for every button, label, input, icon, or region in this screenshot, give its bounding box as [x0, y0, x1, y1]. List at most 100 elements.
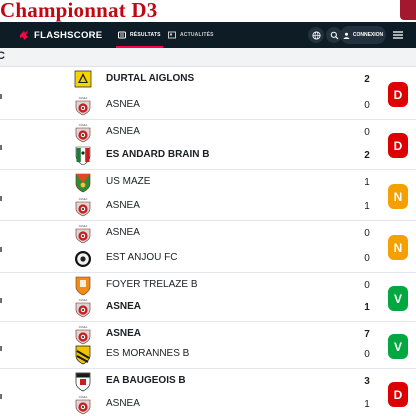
row-edge-mark [0, 247, 2, 252]
svg-text:ASNEA: ASNEA [79, 298, 88, 302]
home-team: EA BAUGEOIS B [74, 372, 186, 392]
results-icon [118, 31, 126, 39]
home-team-name: ASNEA [106, 126, 140, 137]
home-team-name: ASNEA [106, 328, 142, 339]
away-team: ES ANDARD BRAIN B [74, 146, 210, 166]
away-team: ASNEA ASNEA [74, 197, 140, 217]
home-team: DURTAL AIGLONS [74, 70, 194, 90]
home-score: 7 [364, 329, 370, 340]
result-badge: D [388, 382, 408, 407]
est-anjou-fc-crest [74, 249, 92, 269]
away-team-name: ASNEA [106, 200, 140, 211]
away-score: 0 [364, 349, 370, 360]
away-team-name: ES ANDARD BRAIN B [106, 149, 210, 160]
away-team-name: ASNEA [106, 398, 140, 409]
language-button[interactable] [308, 27, 324, 43]
away-team-name: ES MORANNES B [106, 348, 190, 359]
home-score: 0 [364, 127, 370, 138]
asnea-crest: ASNEA [74, 224, 92, 244]
page-banner: Championnat D3 [0, 0, 416, 22]
match-row[interactable]: ASNEA ASNEA ES MORANNES B 7 0 V [0, 322, 416, 369]
result-badge: V [388, 286, 408, 311]
asnea-crest: ASNEA [74, 325, 92, 345]
away-score: 2 [364, 150, 370, 161]
match-row[interactable]: EA BAUGEOIS B ASNEA ASNEA 3 1 D [0, 369, 416, 416]
away-team-name: ASNEA [106, 301, 142, 312]
flashscore-logo-icon [20, 30, 28, 40]
competition-title: Championnat D3 [0, 0, 158, 22]
login-label: CONNEXION [352, 32, 384, 38]
home-score: 0 [364, 228, 370, 239]
brand-name: FLASHSCORE [34, 29, 103, 41]
news-icon [168, 31, 176, 39]
svg-text:ASNEA: ASNEA [79, 123, 88, 127]
user-icon [343, 32, 350, 39]
home-team-name: US MAZE [106, 176, 151, 187]
ea-baugeois-crest [74, 372, 92, 392]
asnea-crest: ASNEA [74, 395, 92, 415]
home-team-name: FOYER TRELAZE B [106, 279, 198, 290]
tab-results-label: RÉSULTATS [130, 32, 161, 38]
top-navbar: FLASHSCORE RÉSULTATS ACTUALITÉS CONNEXIO… [0, 22, 416, 48]
home-team-name: EA BAUGEOIS B [106, 375, 186, 386]
login-button[interactable]: CONNEXION [340, 26, 386, 44]
search-icon [330, 31, 338, 39]
away-score: 1 [364, 399, 370, 410]
club-logo [400, 0, 416, 20]
home-score: 2 [364, 74, 370, 85]
home-team: ASNEA ASNEA [74, 325, 141, 345]
result-badge: V [388, 334, 408, 359]
match-row[interactable]: ASNEA ASNEA EST ANJOU FC 0 0 N [0, 221, 416, 273]
match-row[interactable]: FOYER TRELAZE B ASNEA ASNEA 0 1 V [0, 273, 416, 322]
result-badge: N [388, 235, 408, 260]
durtal-aiglons-crest [74, 70, 92, 90]
match-row[interactable]: ASNEA ASNEA ES ANDARD BRAIN B 0 2 D [0, 120, 416, 170]
section-header-label: C [0, 50, 5, 62]
home-team: ASNEA ASNEA [74, 224, 140, 244]
section-header: C [0, 48, 416, 67]
away-score: 1 [364, 302, 370, 313]
svg-text:ASNEA: ASNEA [79, 197, 88, 201]
row-edge-mark [0, 94, 2, 99]
away-team: EST ANJOU FC [74, 249, 178, 269]
home-score: 0 [364, 280, 370, 291]
match-row[interactable]: US MAZE ASNEA ASNEA 1 1 N [0, 170, 416, 221]
tab-news[interactable]: ACTUALITÉS [166, 22, 216, 48]
asnea-crest: ASNEA [74, 298, 92, 318]
brand-logo[interactable]: FLASHSCORE [18, 29, 102, 41]
svg-text:ASNEA: ASNEA [79, 224, 88, 228]
row-edge-mark [0, 196, 2, 201]
row-edge-mark [0, 346, 2, 351]
result-badge: D [388, 82, 408, 107]
away-score: 0 [364, 253, 370, 264]
away-team: ASNEA ASNEA [74, 395, 140, 415]
row-edge-mark [0, 298, 2, 303]
foyer-trelaze-crest [74, 276, 92, 296]
home-score: 1 [364, 177, 370, 188]
away-score: 1 [364, 201, 370, 212]
tab-results[interactable]: RÉSULTATS [116, 22, 163, 48]
es-andard-brain-crest [74, 146, 92, 166]
match-row[interactable]: DURTAL AIGLONS ASNEA ASNEA 2 0 D [0, 67, 416, 120]
away-team-name: ASNEA [106, 99, 140, 110]
asnea-crest: ASNEA [74, 96, 92, 116]
menu-button[interactable] [392, 28, 404, 44]
row-edge-mark [0, 394, 2, 399]
svg-text:ASNEA: ASNEA [79, 395, 88, 399]
asnea-crest: ASNEA [74, 197, 92, 217]
result-badge: N [388, 184, 408, 209]
away-team: ASNEA ASNEA [74, 96, 140, 116]
home-team-name: ASNEA [106, 227, 140, 238]
hamburger-menu-icon [393, 31, 403, 39]
home-score: 3 [364, 376, 370, 387]
asnea-crest: ASNEA [74, 123, 92, 143]
away-score: 0 [364, 100, 370, 111]
home-team: US MAZE [74, 173, 150, 193]
home-team: ASNEA ASNEA [74, 123, 140, 143]
away-team: ASNEA ASNEA [74, 298, 141, 318]
tab-news-label: ACTUALITÉS [180, 32, 214, 38]
home-team-name: DURTAL AIGLONS [106, 73, 195, 84]
result-badge: D [388, 133, 408, 158]
home-team: FOYER TRELAZE B [74, 276, 198, 296]
away-team-name: EST ANJOU FC [106, 252, 178, 263]
